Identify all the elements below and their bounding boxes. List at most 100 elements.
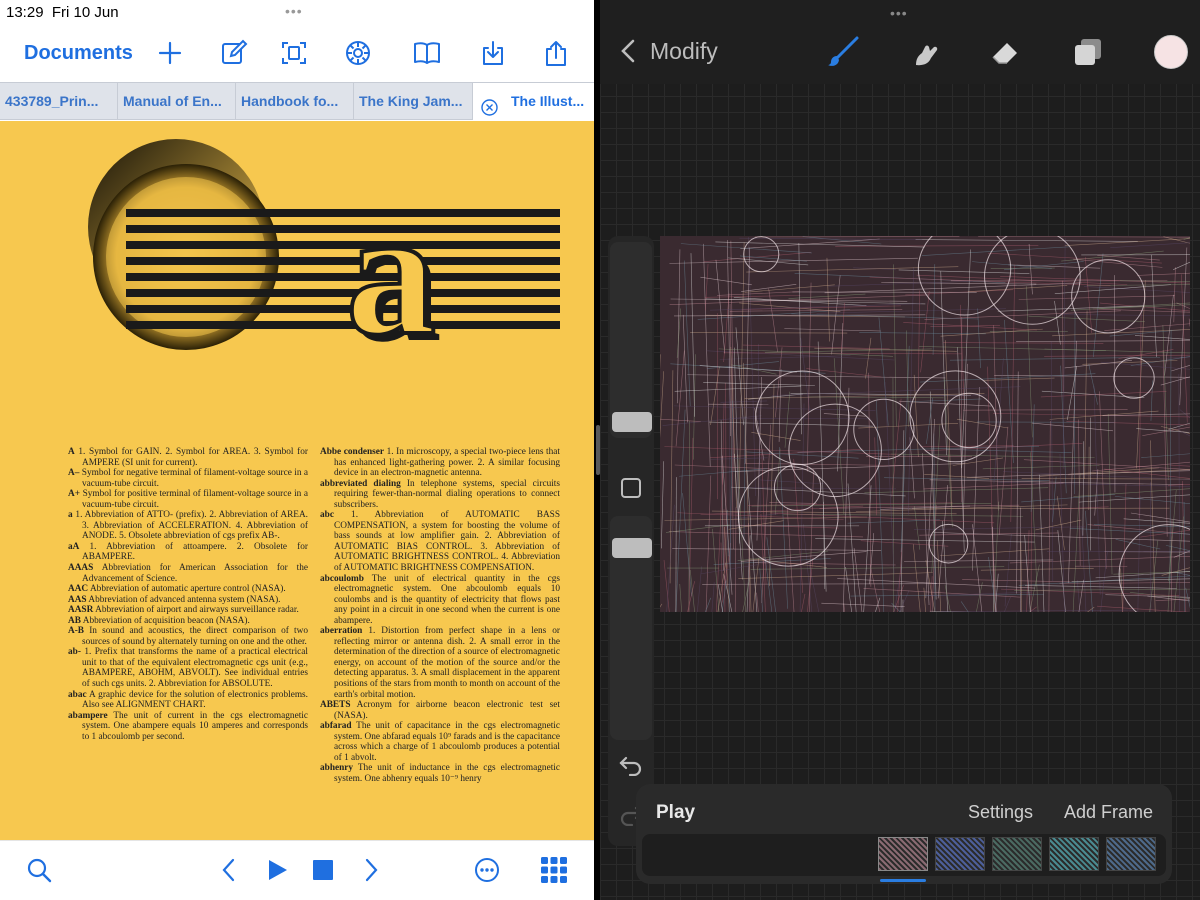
entry-term: aA bbox=[68, 541, 80, 552]
selected-frame-indicator bbox=[880, 879, 926, 882]
animation-frame[interactable] bbox=[935, 837, 985, 871]
animation-assist-panel: Play Settings Add Frame bbox=[636, 784, 1172, 884]
brush-icon[interactable] bbox=[825, 34, 861, 70]
previous-icon[interactable] bbox=[214, 855, 244, 885]
search-icon[interactable] bbox=[24, 855, 54, 885]
big-letter: a bbox=[346, 173, 436, 372]
tab-doc-4[interactable]: The King Jam... bbox=[354, 83, 473, 120]
back-icon[interactable] bbox=[618, 38, 638, 69]
dictionary-entry: AAAS Abbreviation for American Associati… bbox=[68, 563, 308, 584]
smudge-icon[interactable] bbox=[907, 34, 943, 70]
entry-term: abc bbox=[320, 510, 334, 521]
entry-term: A-B bbox=[68, 626, 85, 637]
settings-button[interactable]: Settings bbox=[968, 802, 1033, 823]
dictionary-entry: abfarad The unit of capacitance in the c… bbox=[320, 721, 560, 763]
dictionary-entry: a 1. Abbreviation of ATTO- (prefix). 2. … bbox=[68, 510, 308, 542]
entry-definition: Abbreviation of automatic aperture contr… bbox=[88, 584, 286, 595]
brush-sidebar bbox=[608, 236, 654, 846]
entry-term: abbreviated dialing bbox=[320, 478, 401, 489]
play-icon[interactable] bbox=[262, 855, 292, 885]
dictionary-entry: A– Symbol for negative terminal of filam… bbox=[68, 468, 308, 489]
brush-size-knob[interactable] bbox=[612, 412, 652, 432]
animation-frame[interactable] bbox=[1106, 837, 1156, 871]
entry-term: abfarad bbox=[320, 721, 352, 732]
dictionary-entry: AAS Abbreviation of advanced antenna sys… bbox=[68, 595, 308, 606]
play-button[interactable]: Play bbox=[656, 802, 695, 824]
eyedropper-square-icon[interactable] bbox=[621, 478, 641, 498]
tab-label: The Illust... bbox=[511, 93, 585, 109]
plus-icon[interactable] bbox=[155, 38, 185, 68]
add-frame-button[interactable]: Add Frame bbox=[1064, 802, 1153, 823]
entry-term: AASR bbox=[68, 605, 94, 616]
dictionary-entry: abampere The unit of current in the cgs … bbox=[68, 711, 308, 743]
undo-icon[interactable] bbox=[618, 754, 644, 781]
share-icon[interactable] bbox=[541, 38, 571, 68]
stop-icon[interactable] bbox=[308, 855, 338, 885]
tab-doc-3[interactable]: Handbook fo... bbox=[236, 83, 354, 120]
entry-definition: 1. Symbol for GAIN. 2. Symbol for AREA. … bbox=[74, 447, 308, 468]
entry-definition: Acronym for airborne beacon electronic t… bbox=[334, 700, 560, 721]
dictionary-entry: AASR Abbreviation of airport and airways… bbox=[68, 605, 308, 616]
color-swatch[interactable] bbox=[1154, 35, 1188, 69]
download-icon[interactable] bbox=[478, 38, 508, 68]
entry-term: abac bbox=[68, 689, 87, 700]
multitasking-grip[interactable]: ••• bbox=[890, 5, 908, 21]
animation-frame[interactable] bbox=[878, 837, 928, 871]
entry-term: AB bbox=[68, 615, 81, 626]
animation-frame[interactable] bbox=[1049, 837, 1099, 871]
entry-term: aberration bbox=[320, 626, 363, 637]
reader-bottom-bar bbox=[0, 840, 594, 900]
entry-definition: The unit of electrical quantity in the c… bbox=[334, 573, 560, 626]
animation-frame[interactable] bbox=[992, 837, 1042, 871]
book-icon[interactable] bbox=[412, 38, 442, 68]
tab-doc-1[interactable]: 433789_Prin... bbox=[0, 83, 118, 120]
next-icon[interactable] bbox=[356, 855, 386, 885]
entry-definition: Symbol for negative terminal of filament… bbox=[79, 468, 308, 489]
entry-definition: 1. Prefix that transforms the name of a … bbox=[80, 647, 308, 690]
dictionary-entry: AAC Abbreviation of automatic aperture c… bbox=[68, 584, 308, 595]
status-time: 13:29 Fri 10 Jun bbox=[6, 4, 119, 21]
grid-icon[interactable] bbox=[539, 855, 569, 885]
entry-definition: A graphic device for the solution of ele… bbox=[82, 689, 308, 711]
opacity-knob[interactable] bbox=[612, 538, 652, 558]
frame-timeline[interactable] bbox=[642, 834, 1166, 876]
modify-menu[interactable]: Modify bbox=[650, 38, 718, 65]
dictionary-columns: A 1. Symbol for GAIN. 2. Symbol for AREA… bbox=[68, 447, 560, 785]
opacity-slider[interactable] bbox=[610, 516, 652, 740]
dictionary-entry: aA 1. Abbreviation of attoampere. 2. Obs… bbox=[68, 542, 308, 563]
multitasking-grip[interactable]: ••• bbox=[285, 3, 303, 19]
tab-label: The King Jam... bbox=[359, 93, 463, 109]
drawing-canvas[interactable] bbox=[660, 236, 1190, 612]
tab-doc-2[interactable]: Manual of En... bbox=[118, 83, 236, 120]
pdf-reader-pane: 13:29 Fri 10 Jun ••• Documents 433789_Pr… bbox=[0, 0, 594, 900]
gear-icon[interactable] bbox=[343, 38, 373, 68]
entry-definition: Abbreviation of airport and airways surv… bbox=[93, 605, 299, 616]
dictionary-entry: AB Abbreviation of acquisition beacon (N… bbox=[68, 616, 308, 627]
dictionary-entry: aberration 1. Distortion from perfect sh… bbox=[320, 626, 560, 700]
dictionary-entry: A-B In sound and acoustics, the direct c… bbox=[68, 626, 308, 647]
dictionary-entry: abac A graphic device for the solution o… bbox=[68, 690, 308, 711]
documents-button[interactable]: Documents bbox=[24, 42, 133, 65]
status-bar: 13:29 Fri 10 Jun ••• bbox=[0, 0, 594, 28]
entry-term: ABETS bbox=[320, 700, 351, 711]
layers-icon[interactable] bbox=[1070, 34, 1106, 70]
entry-definition: Abbreviation of acquisition beacon (NASA… bbox=[80, 615, 250, 626]
edit-icon[interactable] bbox=[219, 38, 249, 68]
document-page[interactable]: a a A 1. Symbol for GAIN. 2. Symbol for … bbox=[0, 121, 594, 840]
brush-size-slider[interactable] bbox=[610, 242, 652, 438]
dictionary-entry: abc 1. Abbreviation of AUTOMATIC BASS CO… bbox=[320, 510, 560, 573]
entry-term: AAS bbox=[68, 594, 87, 605]
eraser-icon[interactable] bbox=[988, 34, 1024, 70]
entry-term: A bbox=[68, 447, 75, 457]
dictionary-entry: abhenry The unit of inductance in the cg… bbox=[320, 763, 560, 784]
entry-definition: The unit of current in the cgs electroma… bbox=[82, 710, 308, 742]
more-icon[interactable] bbox=[472, 855, 502, 885]
entry-definition: Symbol for positive terminal of filament… bbox=[80, 489, 308, 510]
close-tab-icon[interactable] bbox=[481, 93, 498, 120]
tab-doc-5-active[interactable]: The Illust... bbox=[473, 83, 594, 120]
entry-definition: Abbreviation of advanced antenna system … bbox=[86, 594, 281, 605]
entry-term: A– bbox=[68, 468, 80, 479]
entry-term: Abbe condenser bbox=[320, 447, 385, 457]
reader-toolbar: Documents bbox=[0, 30, 594, 80]
scan-icon[interactable] bbox=[279, 38, 309, 68]
